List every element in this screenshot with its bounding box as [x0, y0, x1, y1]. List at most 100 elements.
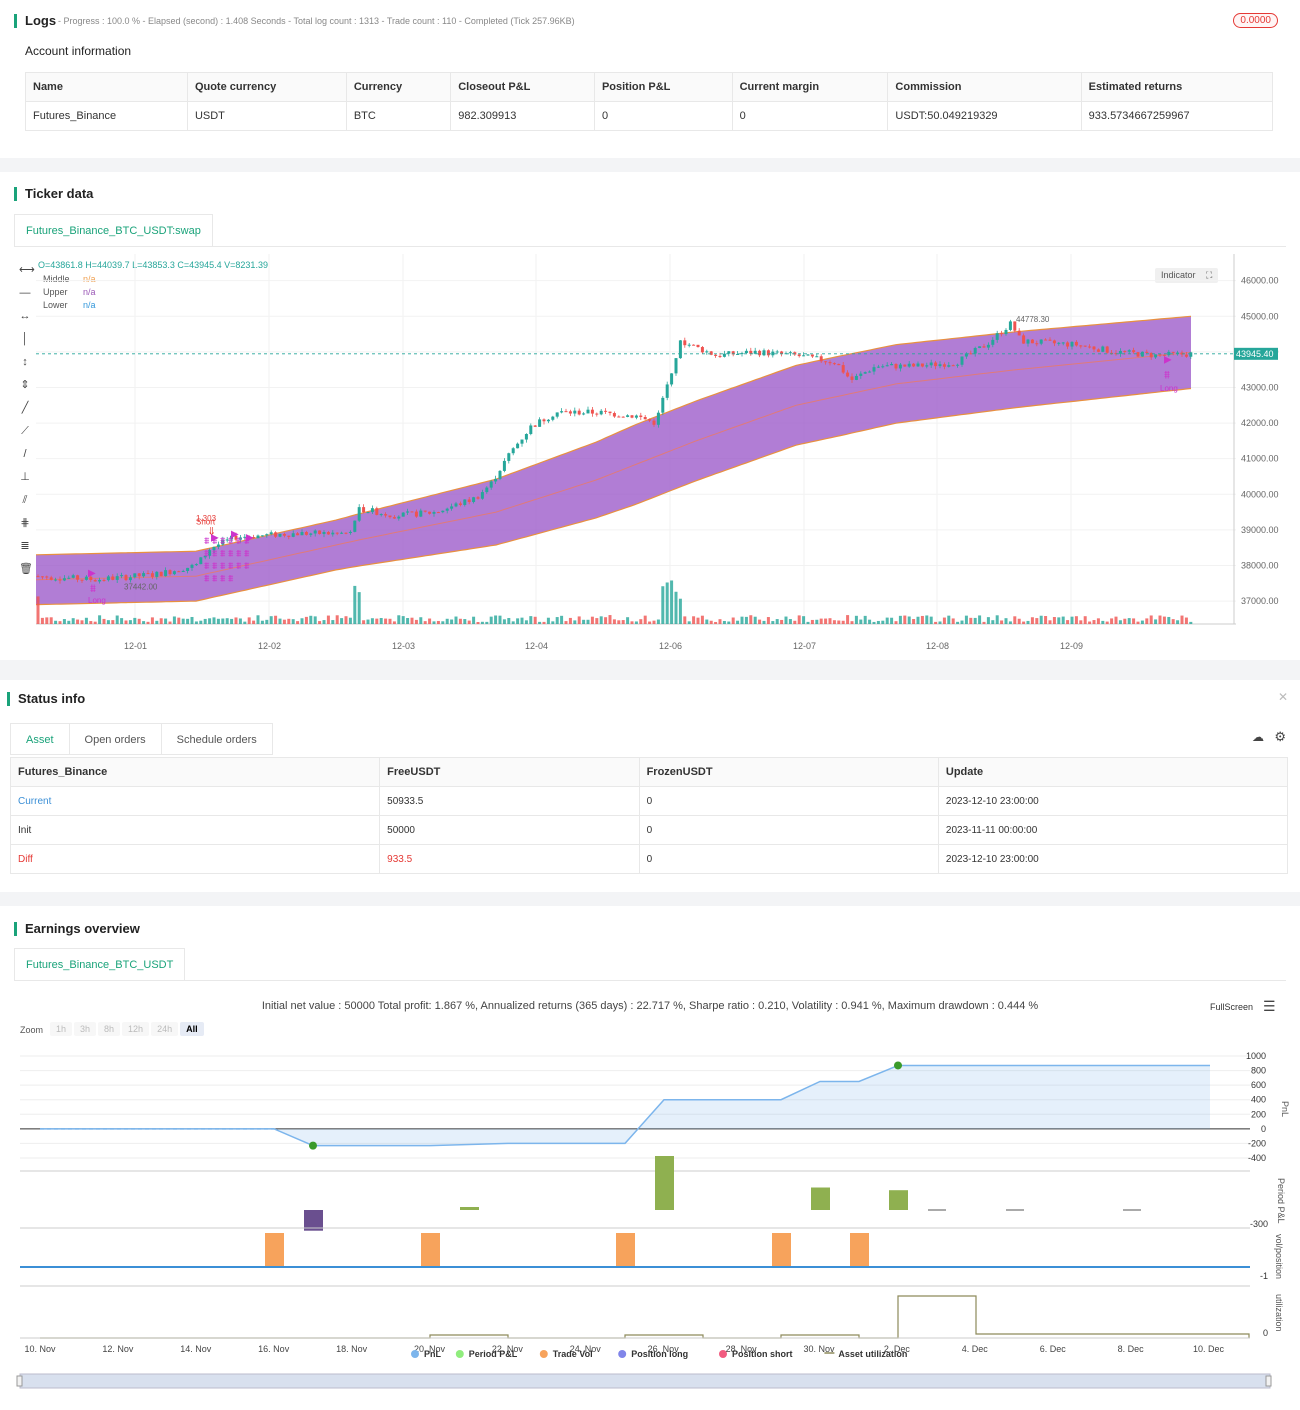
earnings-chart[interactable]: 1000 800 600 400 200 0 -200 -400 PnL -300 Period P…	[0, 1036, 1300, 1406]
candle-body	[353, 520, 357, 532]
volume-bar	[322, 620, 326, 624]
zoom-All-button[interactable]: All	[180, 1022, 204, 1036]
settings-icon[interactable]: ⚙	[1274, 729, 1286, 745]
horizontal-ray-icon[interactable]: ↔	[19, 310, 31, 322]
volume-bar	[124, 620, 128, 624]
volume-bar	[260, 620, 264, 624]
candle-body	[45, 576, 49, 578]
vertical-ray-icon[interactable]: ⇕	[19, 379, 31, 391]
vertical-line-icon[interactable]: │	[19, 333, 31, 345]
trade-marker-icon: ⩩	[212, 549, 218, 560]
candle-body	[881, 366, 885, 368]
volume-bar	[634, 621, 638, 624]
volume-bar	[1132, 618, 1136, 624]
candle-body	[564, 411, 568, 413]
candle-body	[1127, 350, 1131, 352]
navigator-right-handle[interactable]	[1265, 1375, 1272, 1387]
candle-body	[837, 363, 841, 366]
tab-ticker-symbol[interactable]: Futures_Binance_BTC_USDT:swap	[14, 214, 213, 246]
segment-icon[interactable]: /	[19, 448, 31, 460]
volume-bar	[617, 620, 621, 624]
horizontal-line-icon[interactable]: —	[19, 287, 31, 299]
account-col-header: Estimated returns	[1080, 72, 1274, 102]
account-info-title: Account information	[25, 44, 132, 58]
volume-bar	[793, 620, 797, 624]
candle-body	[714, 354, 718, 356]
legend-trade-vol[interactable]: Trade Vol	[553, 1349, 593, 1359]
zoom-12h-button[interactable]: 12h	[122, 1022, 150, 1036]
candle-body	[472, 497, 476, 503]
zoom-1h-button[interactable]: 1h	[50, 1022, 73, 1036]
price-tick-label: 40000.00	[1241, 489, 1279, 499]
candle-body	[551, 416, 555, 420]
legend-position-long[interactable]: Position long	[631, 1349, 688, 1359]
parallel-channel-icon[interactable]: ⫽	[19, 494, 31, 506]
volume-bar	[467, 620, 471, 624]
volume-bar	[353, 585, 357, 624]
candle-body	[1101, 346, 1105, 352]
close-icon[interactable]: ✕	[1278, 690, 1288, 704]
candle-body	[788, 352, 792, 354]
candle-body	[696, 344, 700, 348]
legend-dot-icon	[455, 1350, 464, 1358]
vertical-segment-icon[interactable]: ↕	[19, 356, 31, 368]
candle-body	[956, 364, 960, 366]
price-tick-label: 37000.00	[1241, 596, 1279, 606]
volume-bar	[854, 615, 858, 624]
volume-bar	[705, 619, 709, 624]
zoom-24h-button[interactable]: 24h	[151, 1022, 179, 1036]
ray-line-icon[interactable]: ⟋	[19, 425, 31, 437]
volume-bar	[406, 618, 410, 624]
candle-body	[489, 481, 493, 488]
account-cell: USDT:50.049219329	[887, 101, 1082, 131]
candle-body	[868, 371, 872, 373]
navigator-left-handle[interactable]	[16, 1375, 23, 1387]
volume-bar	[256, 615, 260, 624]
legend-dot-icon	[411, 1350, 419, 1358]
volume-bar	[115, 615, 119, 624]
volume-bar	[1110, 618, 1114, 624]
trend-line-icon[interactable]: ╱	[19, 402, 31, 414]
zoom-8h-button[interactable]: 8h	[98, 1022, 121, 1036]
delete-icon[interactable]: 🗑	[19, 563, 33, 575]
earnings-title: Earnings overview	[14, 922, 140, 936]
candle-body	[797, 354, 801, 357]
legend-period-p-l[interactable]: Period P&L	[469, 1349, 518, 1359]
volume-bar	[247, 617, 251, 624]
volume-bar	[331, 620, 335, 624]
candle-body	[1057, 342, 1061, 344]
volume-bar	[384, 618, 388, 624]
navigator-range[interactable]	[19, 1373, 1271, 1389]
fullscreen-label[interactable]: FullScreen	[1210, 1002, 1253, 1012]
candle-body	[1004, 329, 1008, 335]
legend-position-short[interactable]: Position short	[732, 1349, 793, 1359]
trade-marker-icon: ⩩	[212, 536, 218, 547]
candle-body	[1061, 342, 1065, 344]
volume-bar	[344, 616, 348, 624]
free-usdt-cell: 50933.5	[379, 786, 640, 816]
crosshair-icon[interactable]: ⟷	[19, 264, 35, 276]
tab-schedule-orders[interactable]: Schedule orders	[161, 723, 273, 755]
candle-body	[929, 362, 933, 366]
legend-pnl[interactable]: PnL	[424, 1349, 442, 1359]
candle-body	[766, 350, 770, 356]
trade-vol-bar	[772, 1233, 791, 1267]
legend-asset-utilization[interactable]: Asset utilization	[838, 1349, 907, 1359]
menu-icon[interactable]: ☰	[1263, 998, 1276, 1015]
account-table: Name Quote currency Currency Closeout P&L Po…	[25, 72, 1274, 131]
fibonacci-icon[interactable]: ⋕	[19, 517, 31, 529]
tab-asset[interactable]: Asset	[10, 723, 70, 755]
volume-bar	[753, 616, 757, 624]
volume-bar	[36, 596, 40, 624]
tab-open-orders[interactable]: Open orders	[69, 723, 162, 755]
candlestick-chart[interactable]: 46000.0045000.0044000.0043000.0042000.00…	[36, 254, 1286, 654]
candle-body	[960, 356, 964, 365]
price-line-icon[interactable]: ⊥	[19, 471, 31, 483]
candle-body	[824, 361, 828, 363]
tab-earnings-symbol[interactable]: Futures_Binance_BTC_USDT	[14, 948, 186, 980]
fib-lines-icon[interactable]: ≣	[19, 540, 31, 552]
short-label: Short	[196, 518, 216, 527]
zoom-3h-button[interactable]: 3h	[74, 1022, 97, 1036]
low-label: 37442.00	[124, 582, 158, 591]
cloud-download-icon[interactable]: ☁	[1252, 730, 1264, 744]
